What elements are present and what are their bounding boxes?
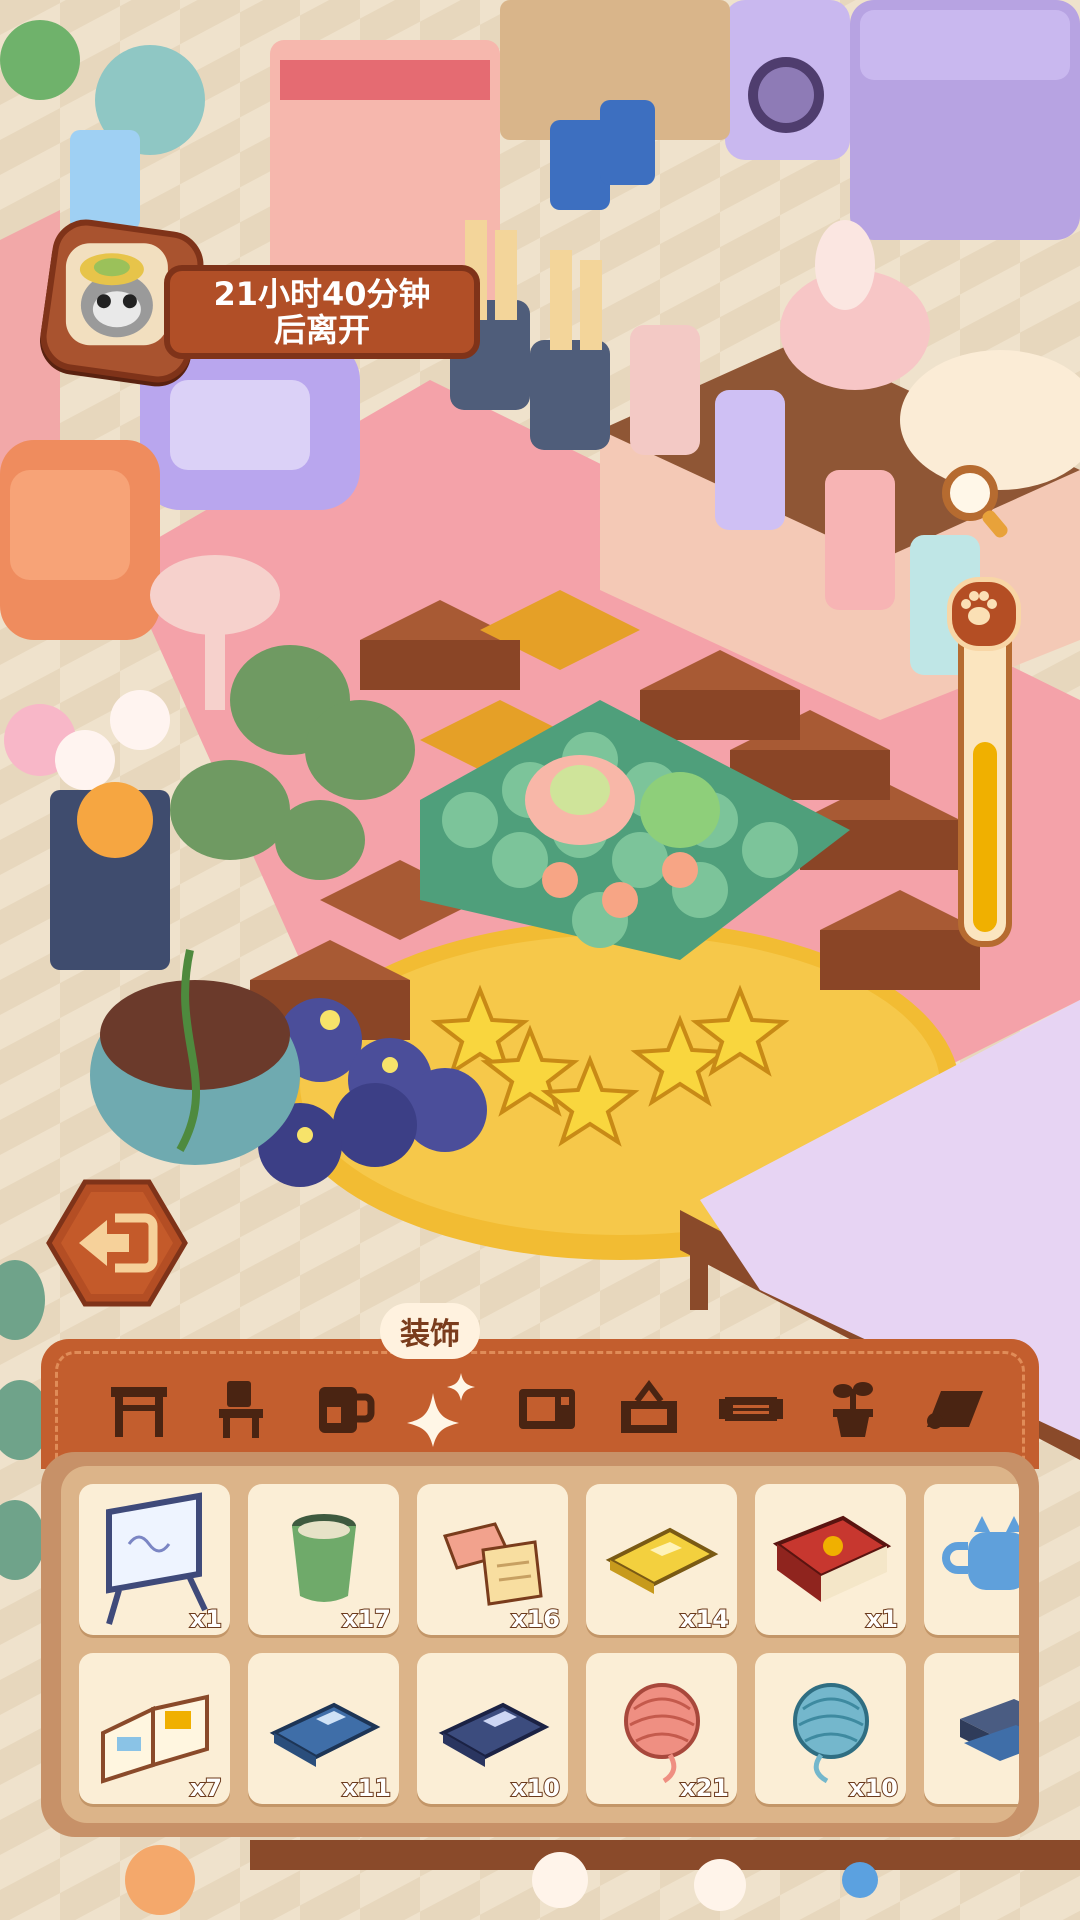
tab-baskets[interactable]: [609, 1369, 689, 1449]
item-count: x16: [510, 1604, 561, 1634]
inventory-item-open-book[interactable]: x7: [79, 1653, 230, 1804]
item-count: x17: [341, 1604, 392, 1634]
wallpaper-icon: [927, 1391, 983, 1429]
raccoon-visitor-icon: [79, 253, 153, 338]
inventory-item-notes[interactable]: x16: [417, 1484, 568, 1635]
chair-icon: [219, 1381, 263, 1438]
book-stack-icon: [960, 1699, 1019, 1761]
inventory-item-blue-cat-cup[interactable]: [924, 1484, 1019, 1635]
potted-plant-icon: [833, 1382, 873, 1437]
tab-rugs[interactable]: [711, 1369, 791, 1449]
inventory-item-book-stack[interactable]: [924, 1653, 1019, 1804]
zoom-slider-handle[interactable]: [947, 577, 1021, 651]
departure-time-text: 21小时40分钟: [213, 275, 431, 313]
active-tab-label: 装饰: [380, 1303, 480, 1359]
tab-appliances[interactable]: [507, 1369, 587, 1449]
decoration-inventory: x1 x17 x16 x14 x1 x7 x11 x10 x21 x10: [41, 1452, 1039, 1837]
zoom-slider[interactable]: [947, 577, 1021, 947]
item-count: x21: [679, 1773, 730, 1803]
item-count: x11: [341, 1773, 392, 1803]
inventory-item-blue-yarn[interactable]: x10: [755, 1653, 906, 1804]
sparkle-decor-icon: [407, 1373, 475, 1447]
inventory-item-pink-yarn[interactable]: x21: [586, 1653, 737, 1804]
basket-icon: [621, 1380, 677, 1433]
magnifier-icon: [942, 465, 1008, 538]
blue-cat-cup-icon: [942, 1516, 1019, 1590]
item-count: x7: [189, 1773, 223, 1803]
item-count: x14: [679, 1604, 730, 1634]
tab-plants[interactable]: [813, 1369, 893, 1449]
zoom-slider-fill: [973, 742, 997, 932]
tab-decorations[interactable]: [405, 1369, 485, 1449]
table-icon: [111, 1387, 167, 1437]
inventory-item-red-book[interactable]: x1: [755, 1484, 906, 1635]
departure-suffix-text: 后离开: [273, 311, 370, 349]
rug-icon: [719, 1397, 783, 1421]
inventory-grid[interactable]: x1 x17 x16 x14 x1 x7 x11 x10 x21 x10: [61, 1466, 1019, 1823]
visitor-timer[interactable]: 21小时40分钟 后离开: [36, 215, 480, 387]
inventory-item-blue-book[interactable]: x11: [248, 1653, 399, 1804]
inventory-item-yellow-book[interactable]: x14: [586, 1484, 737, 1635]
tab-chairs[interactable]: [201, 1369, 281, 1449]
inventory-item-tea-cup[interactable]: x17: [248, 1484, 399, 1635]
tab-tables[interactable]: [99, 1369, 179, 1449]
exit-icon: [46, 1179, 188, 1307]
paw-icon: [961, 591, 997, 625]
search-button[interactable]: [936, 461, 1016, 541]
mug-icon: [319, 1387, 375, 1433]
item-count: x1: [189, 1604, 223, 1634]
tab-cups[interactable]: [303, 1369, 383, 1449]
tab-wallpapers[interactable]: [915, 1369, 995, 1449]
exit-button[interactable]: [45, 1178, 189, 1308]
microwave-icon: [519, 1389, 575, 1429]
inventory-item-whiteboard[interactable]: x1: [79, 1484, 230, 1635]
item-count: x10: [848, 1773, 899, 1803]
category-tab-bar: [41, 1339, 1039, 1469]
zoom-slider-track[interactable]: [958, 605, 1012, 947]
inventory-item-navy-book[interactable]: x10: [417, 1653, 568, 1804]
item-count: x10: [510, 1773, 561, 1803]
departure-time-bubble: 21小时40分钟 后离开: [164, 265, 480, 359]
item-count: x1: [865, 1604, 899, 1634]
